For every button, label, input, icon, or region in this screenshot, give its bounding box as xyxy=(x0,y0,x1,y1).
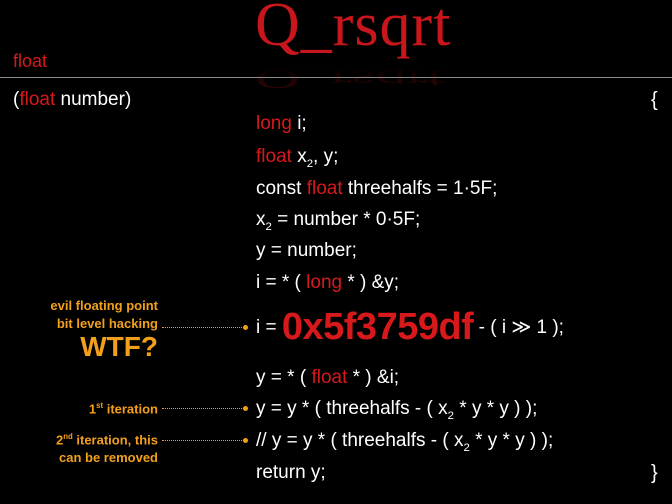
annotation-text: iteration, this xyxy=(72,432,158,448)
code-text: // y = y * ( threehalfs - ( x xyxy=(256,430,464,451)
slide-title-reflection: Q_rsqrt xyxy=(255,64,445,94)
leader-dot-hack xyxy=(243,325,248,330)
annotation-second-iteration: 2nd iteration, this can be removed xyxy=(56,428,158,467)
divider-line xyxy=(0,77,672,78)
code-text: = xyxy=(436,178,448,199)
annotation-line: can be removed xyxy=(59,450,158,466)
param-type: float xyxy=(19,89,56,110)
code-text: * y * y ) ); xyxy=(469,430,554,451)
code-text: i = * ( xyxy=(256,272,307,293)
leader-line-hack xyxy=(162,327,244,328)
code-line-8: y = * ( float * ) &i; xyxy=(256,367,399,389)
code-text: - ( i ≫ 1 ); xyxy=(473,317,564,338)
leader-dot-first xyxy=(243,406,248,411)
code-text: 1·5F; xyxy=(447,178,498,199)
code-text: i = xyxy=(256,317,282,338)
code-line-1: long i; xyxy=(256,113,307,135)
function-signature: (float number) xyxy=(13,89,131,111)
open-brace: { xyxy=(651,89,658,111)
code-text: y; xyxy=(305,462,326,483)
keyword-float: float xyxy=(256,146,292,167)
keyword-return: return xyxy=(256,462,306,483)
code-line-7: i = 0x5f3759df - ( i ≫ 1 ); xyxy=(256,306,564,349)
keyword-long: long xyxy=(256,113,292,134)
code-text: y xyxy=(256,240,271,261)
code-text: = xyxy=(270,240,282,261)
code-line-2: float x2, y; xyxy=(256,146,338,170)
keyword-const: const xyxy=(256,178,307,199)
annotation-superscript: nd xyxy=(63,432,73,441)
annotation-line: evil floating point xyxy=(50,298,158,313)
code-line-11: return y; xyxy=(256,462,326,484)
close-brace: } xyxy=(651,462,658,484)
slide: Q_rsqrt Q_rsqrt float (float number) { }… xyxy=(0,0,672,504)
code-line-4: x2 = number * 0·5F; xyxy=(256,209,420,233)
code-text: number; xyxy=(281,240,357,261)
code-line-10-comment: // y = y * ( threehalfs - ( x2 * y * y )… xyxy=(256,430,553,454)
slide-title: Q_rsqrt xyxy=(255,0,452,59)
code-text: y = * ( xyxy=(256,367,312,388)
leader-line-first xyxy=(162,408,244,409)
code-text: number * 0·5F; xyxy=(293,209,421,230)
code-text: x xyxy=(256,209,266,230)
keyword-float: float xyxy=(311,367,348,388)
param-name: number) xyxy=(55,89,132,110)
code-text: * ) &y; xyxy=(342,272,400,293)
code-text: , y; xyxy=(313,146,339,167)
keyword-float: float xyxy=(306,178,343,199)
annotation-wtf: WTF? xyxy=(80,331,158,362)
annotation-evil-hack: evil floating point bit level hacking xyxy=(50,297,158,333)
leader-dot-second xyxy=(243,438,248,443)
code-text: i; xyxy=(291,113,307,134)
code-line-3: const float threehalfs = 1·5F; xyxy=(256,178,497,200)
code-line-6: i = * ( long * ) &y; xyxy=(256,272,399,294)
code-text: y = y * ( threehalfs - ( x xyxy=(256,398,448,419)
code-text: * y * y ) ); xyxy=(454,398,538,419)
annotation-first-iteration: 1st iteration xyxy=(89,397,158,418)
annotation-text: iteration xyxy=(103,401,158,417)
return-type: float xyxy=(13,51,48,71)
leader-line-second xyxy=(162,440,244,441)
code-text: threehalfs xyxy=(342,178,437,199)
code-line-5: y = number; xyxy=(256,240,357,262)
code-line-9: y = y * ( threehalfs - ( x2 * y * y ) ); xyxy=(256,398,537,422)
code-text: x xyxy=(291,146,307,167)
keyword-long: long xyxy=(306,272,343,293)
code-text: * ) &i; xyxy=(347,367,400,388)
code-text: = xyxy=(271,209,294,230)
magic-constant: 0x5f3759df xyxy=(281,306,474,348)
